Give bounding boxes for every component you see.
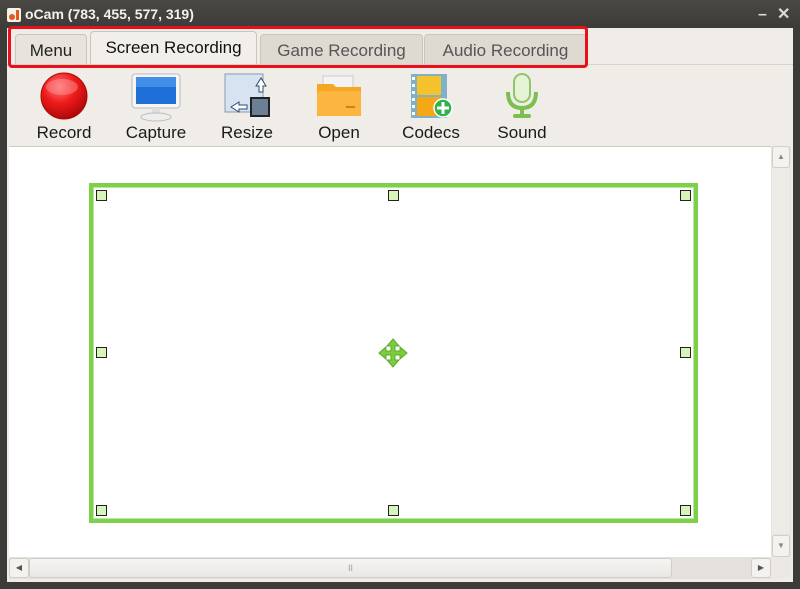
resize-button[interactable]: Resize bbox=[207, 68, 287, 144]
resize-label: Resize bbox=[221, 123, 273, 142]
tab-bar: Menu Screen Recording Game Recording Aud… bbox=[11, 31, 785, 67]
monitor-icon bbox=[131, 73, 181, 122]
record-icon bbox=[40, 72, 88, 120]
toolbar: Record Capture Resize Open Codecs Sound bbox=[7, 64, 793, 147]
window-title: oCam (783, 455, 577, 319) bbox=[25, 6, 194, 22]
record-button[interactable]: Record bbox=[24, 68, 104, 144]
close-button[interactable]: ✕ bbox=[777, 4, 790, 24]
grip-icon: II bbox=[347, 563, 353, 573]
scroll-up-button[interactable]: ▲ bbox=[772, 146, 790, 168]
minimize-button[interactable]: – bbox=[758, 6, 767, 24]
resize-icon bbox=[224, 73, 270, 117]
resize-handle-bottom-left[interactable] bbox=[96, 505, 107, 516]
film-add-icon bbox=[411, 74, 453, 118]
tab-screen-recording[interactable]: Screen Recording bbox=[90, 31, 257, 66]
codecs-label: Codecs bbox=[402, 123, 460, 142]
horizontal-scroll-thumb[interactable]: II bbox=[29, 558, 672, 578]
tab-audio-recording[interactable]: Audio Recording bbox=[424, 34, 587, 66]
resize-handle-top[interactable] bbox=[388, 190, 399, 201]
resize-handle-bottom[interactable] bbox=[388, 505, 399, 516]
close-icon: ✕ bbox=[777, 6, 791, 23]
microphone-icon bbox=[506, 73, 538, 118]
resize-handle-top-left[interactable] bbox=[96, 190, 107, 201]
sound-button[interactable]: Sound bbox=[482, 68, 562, 144]
ocam-logo-icon bbox=[7, 8, 21, 22]
scroll-left-button[interactable]: ◀ bbox=[9, 558, 29, 578]
resize-handle-left[interactable] bbox=[96, 347, 107, 358]
tab-game-recording[interactable]: Game Recording bbox=[260, 34, 423, 66]
arrow-left-icon: ◀ bbox=[15, 563, 23, 572]
capture-button[interactable]: Capture bbox=[116, 68, 196, 144]
codecs-button[interactable]: Codecs bbox=[391, 68, 471, 144]
minimize-icon: – bbox=[758, 6, 767, 23]
resize-handle-bottom-right[interactable] bbox=[680, 505, 691, 516]
open-button[interactable]: Open bbox=[299, 68, 379, 144]
vertical-scrollbar[interactable]: ▲ ▼ bbox=[771, 146, 791, 557]
arrow-up-icon: ▲ bbox=[777, 152, 785, 161]
scrollbar-corner bbox=[771, 557, 791, 579]
capture-label: Capture bbox=[125, 123, 187, 142]
ocam-window: oCam (783, 455, 577, 319) – ✕ Menu Scree… bbox=[0, 0, 800, 589]
arrow-down-icon: ▼ bbox=[777, 541, 785, 550]
scroll-right-button[interactable]: ▶ bbox=[751, 558, 771, 578]
record-label: Record bbox=[36, 123, 92, 142]
vertical-scroll-track[interactable] bbox=[772, 168, 790, 534]
title-bar[interactable]: oCam (783, 455, 577, 319) – ✕ bbox=[0, 0, 800, 28]
open-label: Open bbox=[318, 123, 360, 142]
resize-handle-top-right[interactable] bbox=[680, 190, 691, 201]
move-arrows-icon[interactable] bbox=[378, 338, 408, 368]
tab-menu[interactable]: Menu bbox=[15, 34, 87, 66]
resize-handle-right[interactable] bbox=[680, 347, 691, 358]
sound-label: Sound bbox=[497, 123, 547, 142]
folder-icon bbox=[317, 75, 361, 116]
horizontal-scrollbar[interactable]: ◀ II ▶ bbox=[9, 557, 771, 579]
scroll-down-button[interactable]: ▼ bbox=[772, 535, 790, 557]
arrow-right-icon: ▶ bbox=[757, 563, 765, 572]
